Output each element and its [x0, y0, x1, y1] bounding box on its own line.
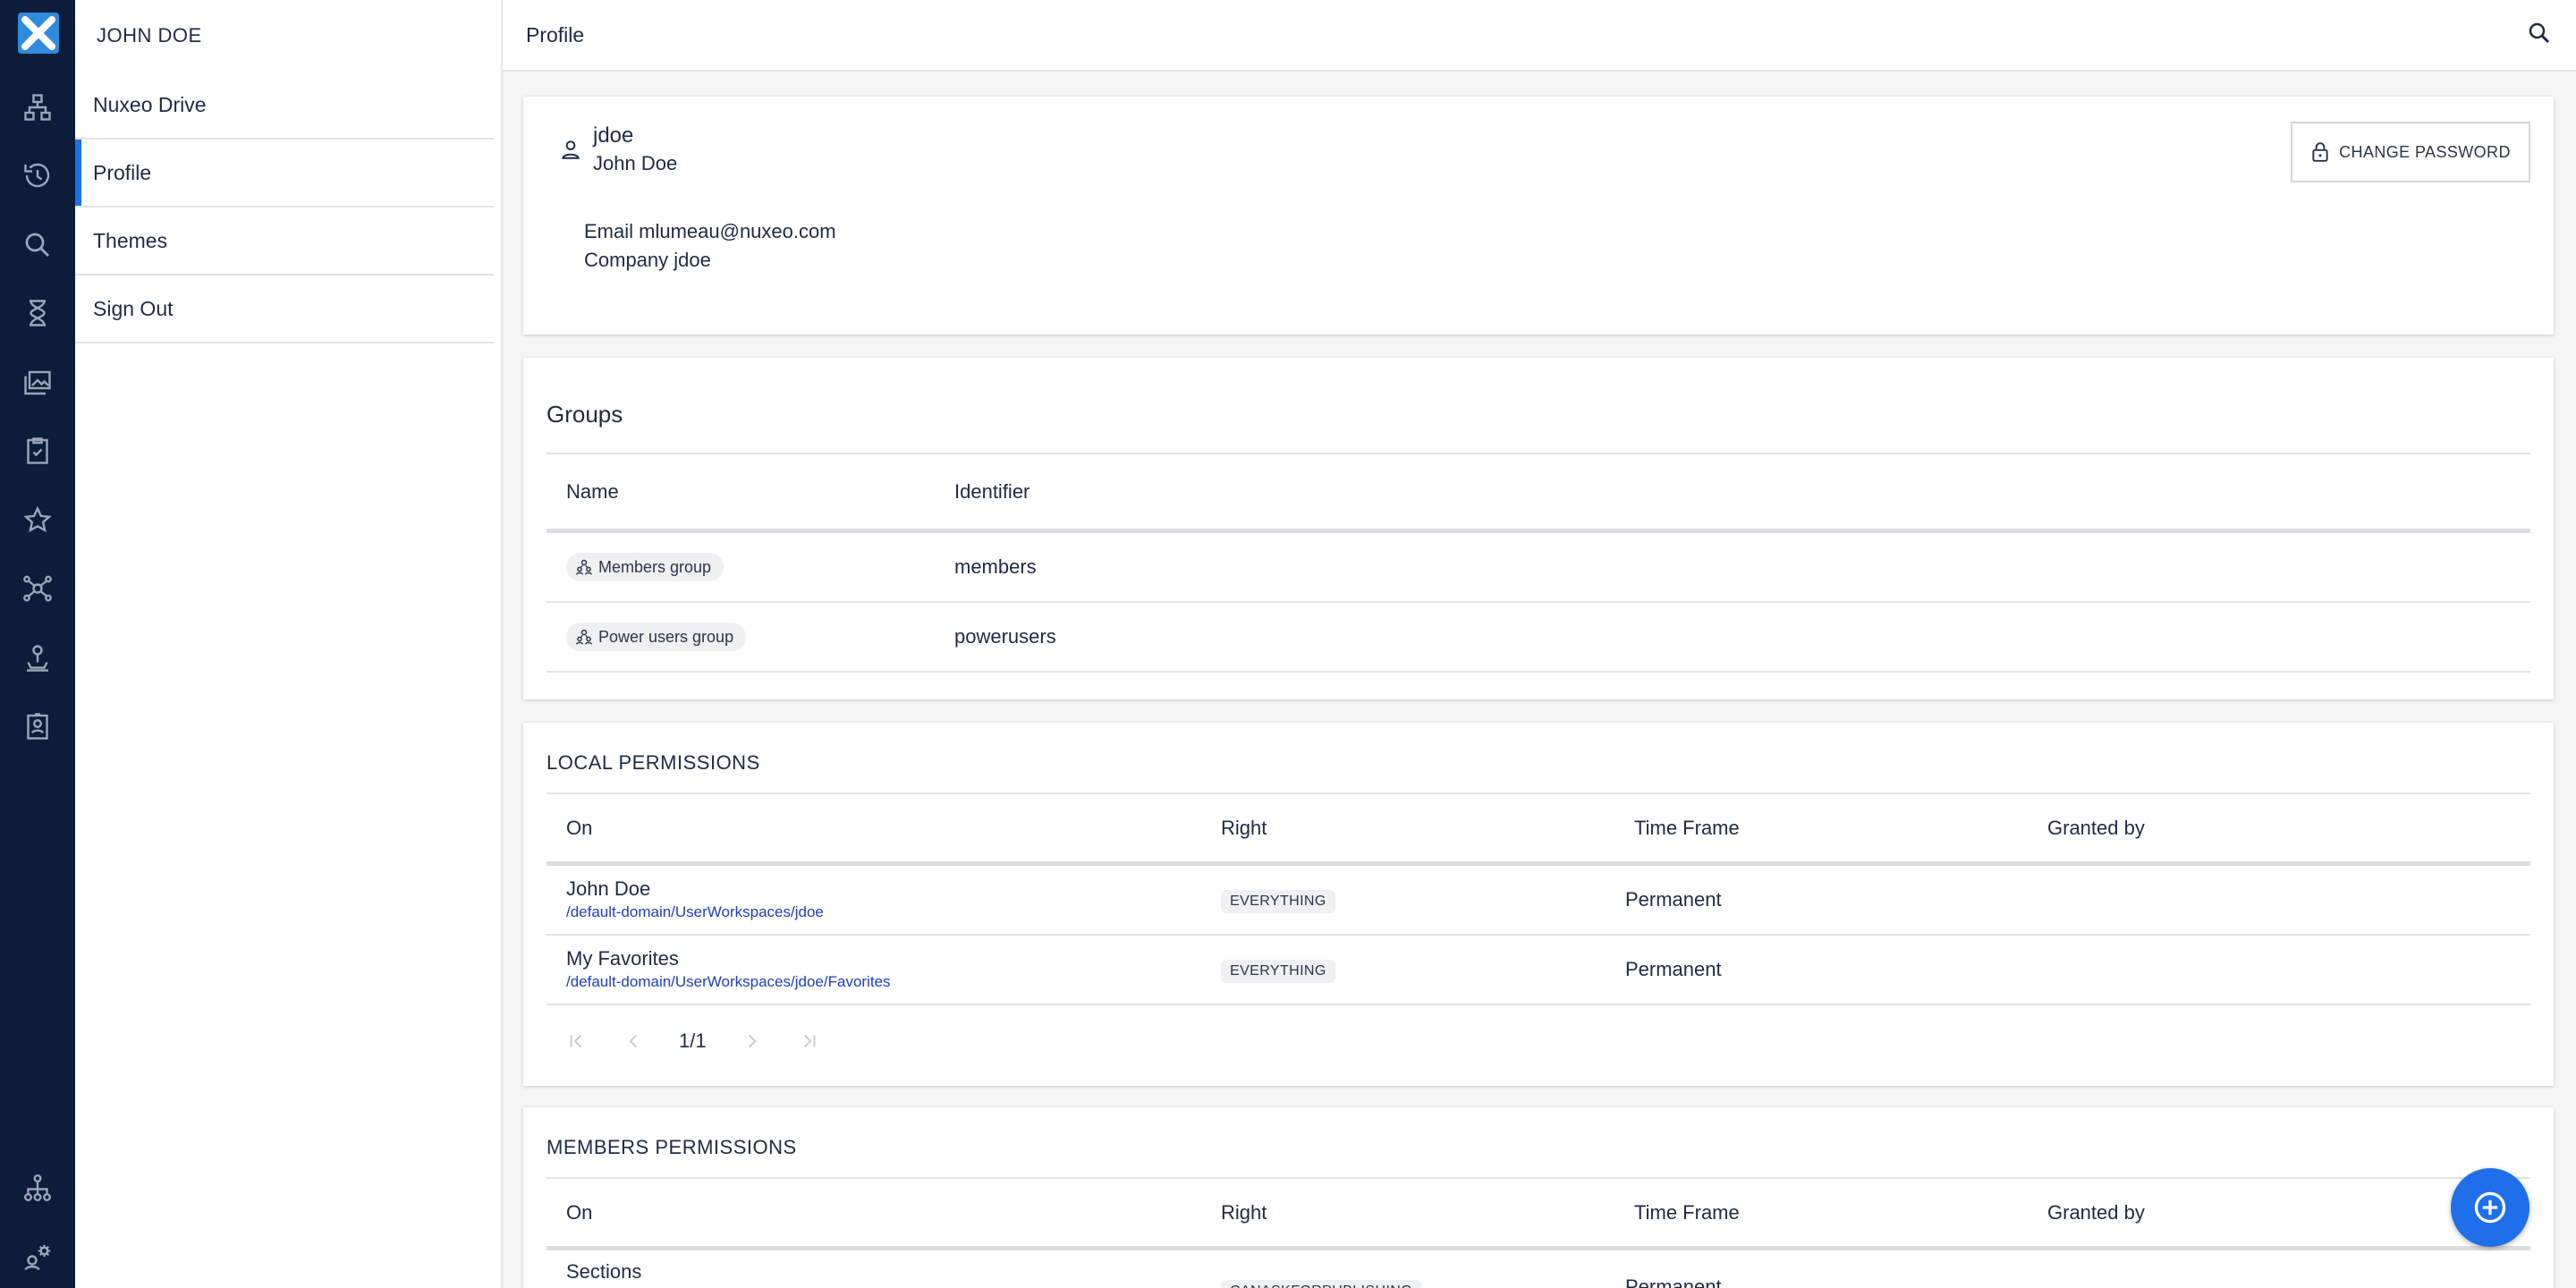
local-permissions-table: On Right Time Frame Granted by John Doe … — [547, 792, 2530, 1005]
change-password-label: CHANGE PASSWORD — [2339, 142, 2511, 161]
column-header-on[interactable]: On — [547, 1201, 1201, 1224]
add-icon — [2474, 1191, 2506, 1224]
document-path-link[interactable]: /default-domain/UserWorkspaces/jdoe/Favo… — [566, 971, 1201, 993]
group-icon — [576, 559, 592, 575]
clipboard-check-icon[interactable] — [18, 431, 57, 470]
change-password-button[interactable]: CHANGE PASSWORD — [2291, 122, 2530, 182]
local-permissions-card: LOCAL PERMISSIONS On Right Time Frame Gr… — [523, 723, 2554, 1086]
groups-card: Groups Name Identifier Members group mem… — [523, 358, 2554, 699]
column-header-granted-by[interactable]: Granted by — [2028, 817, 2530, 840]
column-header-right[interactable]: Right — [1201, 817, 1614, 840]
group-chip[interactable]: Power users group — [566, 623, 747, 651]
group-identifier: members — [954, 555, 1037, 578]
groups-title: Groups — [547, 401, 623, 428]
add-button[interactable] — [2451, 1168, 2529, 1247]
members-permissions-card: MEMBERS PERMISSIONS On Right Time Frame … — [523, 1107, 2554, 1288]
members-permissions-header: On Right Time Frame Granted by — [547, 1177, 2530, 1250]
table-row[interactable]: Sections CANASKFORPUBLISHING Permanent — [547, 1250, 2530, 1288]
document-title: Sections — [566, 1260, 642, 1283]
group-identifier: powerusers — [954, 625, 1056, 648]
group-name: Power users group — [598, 627, 734, 646]
drawer-item-nuxeo-drive[interactable]: Nuxeo Drive — [75, 72, 494, 140]
network-icon[interactable] — [18, 1168, 57, 1208]
group-name: Members group — [598, 557, 712, 576]
browse-icon[interactable] — [18, 88, 57, 127]
drawer-item-sign-out[interactable]: Sign Out — [75, 275, 494, 343]
history-icon[interactable] — [18, 156, 57, 195]
drawer-item-themes[interactable]: Themes — [75, 208, 494, 275]
lock-icon — [2312, 142, 2328, 162]
document-title: My Favorites — [566, 947, 679, 970]
local-permissions-header: On Right Time Frame Granted by — [547, 792, 2530, 866]
user-icon — [562, 140, 580, 159]
profile-full-name: John Doe — [593, 152, 678, 174]
page-title: Profile — [526, 22, 585, 47]
drawer-user-name: JOHN DOE — [97, 24, 202, 47]
page-indicator: 1/1 — [679, 1030, 707, 1052]
workflow-icon[interactable] — [18, 569, 57, 608]
table-row[interactable]: Power users group powerusers — [547, 603, 2530, 673]
tasks-icon[interactable] — [18, 293, 57, 333]
nuxeo-logo[interactable] — [18, 13, 59, 54]
admin-gear-icon[interactable] — [18, 1238, 57, 1277]
next-page-icon[interactable] — [741, 1030, 764, 1053]
column-header-on[interactable]: On — [547, 817, 1201, 840]
members-permissions-table: On Right Time Frame Granted by Sections … — [547, 1177, 2530, 1288]
previous-page-icon[interactable] — [622, 1030, 645, 1053]
profile-email: Email mlumeau@nuxeo.com — [584, 220, 836, 242]
profile-username: jdoe — [593, 123, 634, 148]
profile-badge-icon[interactable] — [18, 707, 57, 746]
permission-time-frame: Permanent — [1625, 888, 1722, 911]
column-header-time-frame[interactable]: Time Frame — [1614, 1201, 2028, 1224]
local-permissions-title: LOCAL PERMISSIONS — [547, 751, 760, 774]
last-page-icon[interactable] — [798, 1030, 821, 1053]
app-sidebar-rail — [0, 0, 75, 1288]
permission-time-frame: Permanent — [1625, 958, 1722, 980]
column-header-right[interactable]: Right — [1201, 1201, 1614, 1224]
table-row[interactable]: My Favorites /default-domain/UserWorkspa… — [547, 936, 2530, 1005]
page-header: Profile — [503, 0, 2576, 72]
search-icon[interactable] — [18, 225, 57, 265]
profile-company: Company jdoe — [584, 249, 711, 271]
column-header-identifier[interactable]: Identifier — [935, 480, 2530, 504]
favorites-icon[interactable] — [18, 501, 57, 540]
group-chip[interactable]: Members group — [566, 553, 724, 581]
anchor-icon[interactable] — [18, 639, 57, 678]
members-permissions-title: MEMBERS PERMISSIONS — [547, 1136, 797, 1158]
table-row[interactable]: Members group members — [547, 533, 2530, 603]
column-header-name[interactable]: Name — [547, 480, 935, 504]
group-icon — [576, 629, 592, 645]
permission-right-badge: EVERYTHING — [1221, 959, 1335, 983]
first-page-icon[interactable] — [564, 1030, 588, 1053]
document-title: John Doe — [566, 877, 651, 900]
profile-card: jdoe John Doe Email mlumeau@nuxeo.com Co… — [523, 97, 2554, 335]
drawer-item-profile[interactable]: Profile — [75, 140, 494, 208]
user-drawer: JOHN DOE Nuxeo Drive Profile Themes Sign… — [75, 0, 503, 1288]
column-header-time-frame[interactable]: Time Frame — [1614, 817, 2028, 840]
permission-time-frame: Permanent — [1625, 1275, 1722, 1288]
collections-icon[interactable] — [18, 363, 57, 402]
groups-table: Name Identifier Members group members Po… — [547, 453, 2530, 673]
document-path-link[interactable]: /default-domain/UserWorkspaces/jdoe — [566, 902, 1201, 923]
permission-right-badge: EVERYTHING — [1221, 889, 1335, 913]
permission-right-badge: CANASKFORPUBLISHING — [1221, 1280, 1422, 1288]
table-row[interactable]: John Doe /default-domain/UserWorkspaces/… — [547, 866, 2530, 936]
pagination: 1/1 — [547, 1023, 821, 1059]
groups-table-header: Name Identifier — [547, 453, 2530, 533]
search-icon[interactable] — [2526, 20, 2553, 51]
